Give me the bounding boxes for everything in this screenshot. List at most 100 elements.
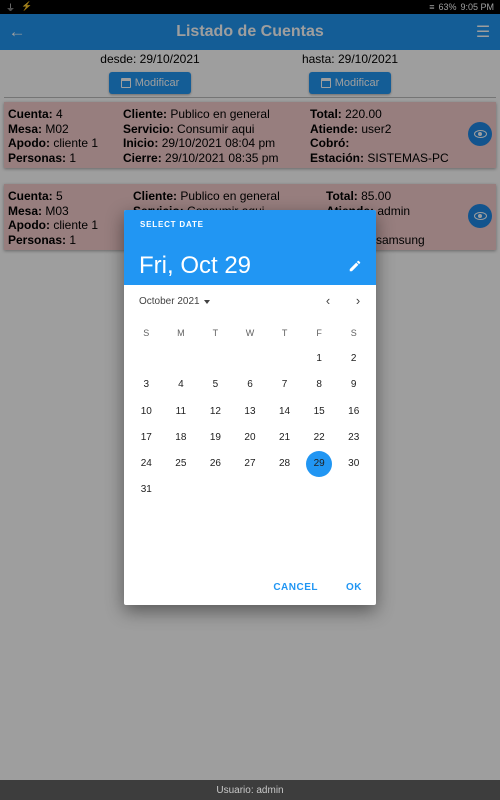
calendar-day[interactable]: 15 — [302, 399, 337, 425]
next-month-icon[interactable]: › — [350, 293, 366, 308]
calendar-day[interactable]: 8 — [302, 372, 337, 398]
calendar-day-number: 8 — [316, 379, 322, 391]
calendar-week-row: 17 18 19 20 21 22 23 — [129, 425, 371, 451]
selected-date-label: Fri, Oct 29 — [139, 252, 252, 279]
calendar-day-number: 26 — [209, 458, 221, 470]
calendar-day[interactable]: 27 — [233, 451, 268, 477]
weekday-label: F — [316, 328, 322, 338]
calendar-day-number: 23 — [348, 431, 360, 443]
calendar-empty-cell — [336, 477, 371, 503]
calendar-empty-cell — [198, 346, 233, 372]
calendar-day[interactable]: 31 — [129, 477, 164, 503]
calendar-day-number: 20 — [244, 431, 256, 443]
calendar-day[interactable]: 26 — [198, 451, 233, 477]
footer-bar: Usuario: admin — [0, 780, 500, 800]
calendar-day-number: 31 — [140, 484, 152, 496]
calendar-day-number: 17 — [140, 431, 152, 443]
dialog-actions: CANCEL OK — [269, 580, 366, 595]
calendar-day-number: 21 — [279, 431, 291, 443]
footer-user-label: Usuario: admin — [216, 784, 284, 796]
calendar-day-number: 18 — [175, 431, 187, 443]
calendar-week-row: 10 11 12 13 14 15 16 — [129, 399, 371, 425]
calendar-week-row: 31 — [129, 477, 371, 503]
calendar-day-number: 10 — [140, 405, 152, 417]
calendar-day[interactable]: 5 — [198, 372, 233, 398]
calendar-day[interactable]: 21 — [267, 425, 302, 451]
calendar-day-number: 2 — [350, 353, 357, 364]
weekday-label: S — [143, 328, 150, 338]
calendar-day-number: 30 — [348, 458, 360, 470]
calendar-weeks: 1 2 3 4 5 6 7 8 9 10 11 12 13 14 15 16 17 18 19 20 21 22 23 24 2… — [129, 346, 371, 504]
calendar-empty-cell — [164, 346, 199, 372]
calendar-day[interactable]: 17 — [129, 425, 164, 451]
calendar-day-number: 3 — [143, 379, 150, 391]
calendar-day[interactable]: 4 — [164, 372, 199, 398]
date-picker-header: SELECT DATE Fri, Oct 29 — [124, 210, 376, 285]
calendar-day-number: 25 — [175, 458, 187, 470]
calendar-empty-cell — [302, 477, 337, 503]
calendar-empty-cell — [198, 477, 233, 503]
calendar-day[interactable]: 14 — [267, 399, 302, 425]
calendar-day-number: 27 — [244, 458, 256, 470]
calendar-empty-cell — [164, 477, 199, 503]
edit-pencil-icon[interactable] — [348, 259, 362, 273]
calendar-day-selected[interactable]: 29 — [302, 451, 337, 478]
calendar-day-number: 12 — [209, 405, 221, 417]
calendar-day-number: 5 — [212, 379, 219, 391]
calendar-day[interactable]: 18 — [164, 425, 199, 451]
calendar-week-row: 3 4 5 6 7 8 9 — [129, 372, 371, 398]
calendar-day[interactable]: 30 — [336, 451, 371, 477]
calendar-day[interactable]: 20 — [233, 425, 268, 451]
calendar-day[interactable]: 25 — [164, 451, 199, 477]
weekday-label: W — [245, 328, 255, 338]
date-picker-dialog: SELECT DATE Fri, Oct 29 October 2021 ‹ ›… — [124, 210, 376, 605]
month-year-label: October 2021 — [139, 296, 200, 307]
weekday-label: T — [212, 328, 219, 338]
calendar-week-row: 24 25 26 27 28 29 30 — [129, 451, 371, 478]
calendar-day[interactable]: 23 — [336, 425, 371, 451]
cancel-button[interactable]: CANCEL — [269, 580, 322, 595]
calendar-empty-cell — [267, 346, 302, 372]
calendar-day-number: 28 — [279, 458, 291, 470]
calendar-day[interactable]: 2 — [336, 346, 371, 372]
month-year-dropdown[interactable]: October 2021 — [139, 296, 210, 307]
calendar-day[interactable]: 13 — [233, 399, 268, 425]
calendar-day[interactable]: 24 — [129, 451, 164, 477]
calendar-day-number: 29 — [313, 458, 325, 470]
calendar-day[interactable]: 12 — [198, 399, 233, 425]
calendar-day-number: 7 — [281, 379, 288, 391]
calendar-day[interactable]: 19 — [198, 425, 233, 451]
calendar-day-number: 14 — [279, 405, 291, 417]
calendar-day-number: 9 — [350, 379, 357, 391]
calendar-day[interactable]: 1 — [302, 346, 337, 372]
dropdown-arrow-icon — [203, 299, 210, 304]
calendar-day[interactable]: 6 — [233, 372, 268, 398]
calendar-day-number: 15 — [313, 405, 325, 417]
weekday-label: S — [350, 328, 357, 338]
calendar-grid: S M T W T F S 1 2 3 4 5 6 7 8 9 10 11 12 13 14 15 16 17 1… — [129, 320, 371, 504]
calendar-day-number: 22 — [313, 431, 325, 443]
calendar-empty-cell — [233, 477, 268, 503]
calendar-day[interactable]: 28 — [267, 451, 302, 477]
date-picker-help-text: SELECT DATE — [140, 220, 204, 229]
weekday-header: S M T W T F S — [129, 320, 371, 346]
ok-button[interactable]: OK — [342, 580, 366, 595]
calendar-day[interactable]: 3 — [129, 372, 164, 398]
calendar-day-number: 19 — [209, 431, 221, 443]
calendar-day-number: 1 — [316, 353, 322, 364]
calendar-day[interactable]: 11 — [164, 399, 199, 425]
weekday-label: T — [281, 328, 288, 338]
calendar-day-number: 13 — [244, 405, 256, 417]
previous-month-icon[interactable]: ‹ — [320, 293, 336, 308]
calendar-day-number: 16 — [348, 405, 360, 417]
calendar-day[interactable]: 16 — [336, 399, 371, 425]
calendar-day[interactable]: 7 — [267, 372, 302, 398]
calendar-day-number: 11 — [175, 405, 187, 417]
calendar-day[interactable]: 10 — [129, 399, 164, 425]
calendar-day[interactable]: 22 — [302, 425, 337, 451]
calendar-empty-cell — [129, 346, 164, 372]
calendar-day-number: 4 — [178, 379, 184, 391]
weekday-label: M — [177, 328, 185, 338]
calendar-week-row: 12 — [129, 346, 371, 372]
calendar-day[interactable]: 9 — [336, 372, 371, 398]
